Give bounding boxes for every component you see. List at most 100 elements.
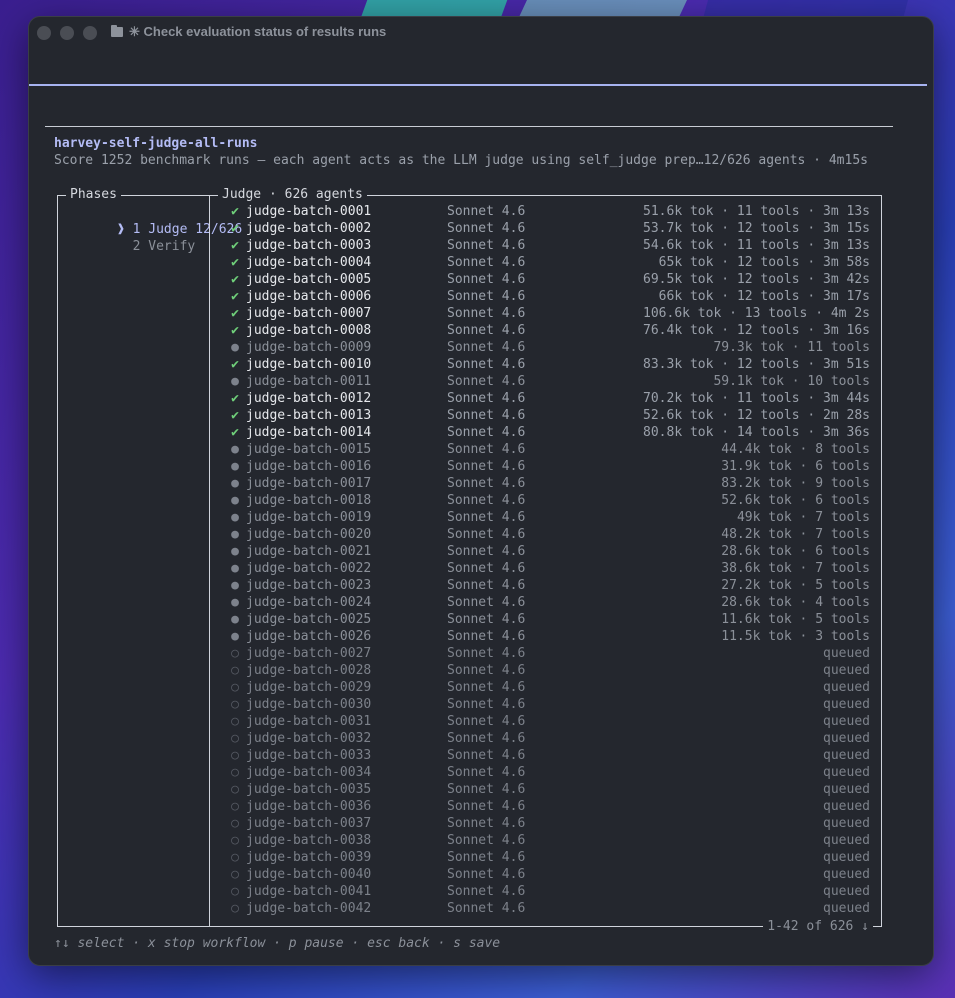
agent-row[interactable]: ● judge-batch-0011 Sonnet 4.6 59.1k tok · 1… [210, 373, 881, 390]
agent-row[interactable]: ○ judge-batch-0040 Sonnet 4.6 queued [210, 866, 881, 883]
agent-row[interactable]: ○ judge-batch-0027 Sonnet 4.6 queued [210, 645, 881, 662]
check-icon: ✔ [231, 306, 239, 321]
agent-model: Sonnet 4.6 [447, 391, 526, 406]
agent-row[interactable]: ○ judge-batch-0036 Sonnet 4.6 queued [210, 798, 881, 815]
agent-row[interactable]: ○ judge-batch-0039 Sonnet 4.6 queued [210, 849, 881, 866]
agent-model: Sonnet 4.6 [447, 765, 526, 780]
agent-row[interactable]: ○ judge-batch-0032 Sonnet 4.6 queued [210, 730, 881, 747]
agent-stats: 28.6k tok · 4 tools [721, 595, 870, 610]
agent-model: Sonnet 4.6 [447, 340, 526, 355]
phase-item-verify[interactable]: 2 Verify [70, 221, 196, 272]
agent-model: Sonnet 4.6 [447, 799, 526, 814]
agent-row[interactable]: ✔ judge-batch-0003 Sonnet 4.6 54.6k tok · 1… [210, 237, 881, 254]
agent-name: judge-batch-0018 [246, 493, 372, 508]
agent-row[interactable]: ○ judge-batch-0028 Sonnet 4.6 queued [210, 662, 881, 679]
queued-circle-icon: ○ [231, 816, 239, 831]
agent-row[interactable]: ○ judge-batch-0037 Sonnet 4.6 queued [210, 815, 881, 832]
agent-row[interactable]: ● judge-batch-0016 Sonnet 4.6 31.9k tok · 6… [210, 458, 881, 475]
agent-row[interactable]: ● judge-batch-0019 Sonnet 4.6 49k tok · 7 t… [210, 509, 881, 526]
agent-model: Sonnet 4.6 [447, 459, 526, 474]
agent-name: judge-batch-0040 [246, 867, 372, 882]
agent-name: judge-batch-0007 [246, 306, 372, 321]
agent-row[interactable]: ✔ judge-batch-0012 Sonnet 4.6 70.2k tok · 1… [210, 390, 881, 407]
agent-stats: 70.2k tok · 11 tools · 3m 44s [643, 391, 870, 406]
agent-row[interactable]: ○ judge-batch-0041 Sonnet 4.6 queued [210, 883, 881, 900]
queued-circle-icon: ○ [231, 714, 239, 729]
agent-row[interactable]: ● judge-batch-0015 Sonnet 4.6 44.4k tok · 8… [210, 441, 881, 458]
agent-row[interactable]: ✔ judge-batch-0014 Sonnet 4.6 80.8k tok · 1… [210, 424, 881, 441]
window-title: ✳ Check evaluation status of results run… [129, 24, 387, 39]
agent-name: judge-batch-0010 [246, 357, 372, 372]
agent-row[interactable]: ✔ judge-batch-0005 Sonnet 4.6 69.5k tok · 1… [210, 271, 881, 288]
agent-name: judge-batch-0016 [246, 459, 372, 474]
queued-circle-icon: ○ [231, 731, 239, 746]
agent-model: Sonnet 4.6 [447, 306, 526, 321]
agent-row[interactable]: ✔ judge-batch-0002 Sonnet 4.6 53.7k tok · 1… [210, 220, 881, 237]
agent-row[interactable]: ○ judge-batch-0035 Sonnet 4.6 queued [210, 781, 881, 798]
phases-title: Phases [66, 186, 121, 203]
agent-name: judge-batch-0034 [246, 765, 372, 780]
agent-row[interactable]: ● judge-batch-0009 Sonnet 4.6 79.3k tok · 1… [210, 339, 881, 356]
agent-row[interactable]: ○ judge-batch-0030 Sonnet 4.6 queued [210, 696, 881, 713]
agent-stats: 52.6k tok · 6 tools [721, 493, 870, 508]
agent-row[interactable]: ● judge-batch-0018 Sonnet 4.6 52.6k tok · 6… [210, 492, 881, 509]
judge-panel-title: Judge · 626 agents [218, 186, 367, 203]
agent-stats: 53.7k tok · 12 tools · 3m 15s [643, 221, 870, 236]
workflow-description: Score 1252 benchmark runs — each agent a… [54, 153, 868, 168]
queued-circle-icon: ○ [231, 680, 239, 695]
running-dot-icon: ● [231, 612, 239, 627]
agent-stats: 44.4k tok · 8 tools [721, 442, 870, 457]
agent-row[interactable]: ○ judge-batch-0038 Sonnet 4.6 queued [210, 832, 881, 849]
running-dot-icon: ● [231, 595, 239, 610]
agent-row[interactable]: ● judge-batch-0024 Sonnet 4.6 28.6k tok · 4… [210, 594, 881, 611]
agent-row[interactable]: ✔ judge-batch-0001 Sonnet 4.6 51.6k tok · 1… [210, 203, 881, 220]
running-dot-icon: ● [231, 510, 239, 525]
agent-name: judge-batch-0027 [246, 646, 372, 661]
agent-stats: 83.3k tok · 12 tools · 3m 51s [643, 357, 870, 372]
running-dot-icon: ● [231, 493, 239, 508]
agent-row[interactable]: ● judge-batch-0022 Sonnet 4.6 38.6k tok · 7… [210, 560, 881, 577]
agent-row[interactable]: ● judge-batch-0025 Sonnet 4.6 11.6k tok · 5… [210, 611, 881, 628]
agent-model: Sonnet 4.6 [447, 374, 526, 389]
zoom-window-button[interactable] [83, 26, 97, 40]
running-dot-icon: ● [231, 442, 239, 457]
agent-stats: queued [823, 782, 870, 797]
agent-name: judge-batch-0001 [246, 204, 372, 219]
agent-row[interactable]: ○ judge-batch-0034 Sonnet 4.6 queued [210, 764, 881, 781]
agent-model: Sonnet 4.6 [447, 357, 526, 372]
queued-circle-icon: ○ [231, 697, 239, 712]
section-divider [45, 126, 893, 127]
queued-circle-icon: ○ [231, 901, 239, 916]
running-dot-icon: ● [231, 561, 239, 576]
agent-row[interactable]: ✔ judge-batch-0007 Sonnet 4.6 106.6k tok · … [210, 305, 881, 322]
close-window-button[interactable] [37, 26, 51, 40]
agent-row[interactable]: ○ judge-batch-0031 Sonnet 4.6 queued [210, 713, 881, 730]
agent-row[interactable]: ● judge-batch-0020 Sonnet 4.6 48.2k tok · 7… [210, 526, 881, 543]
agent-name: judge-batch-0003 [246, 238, 372, 253]
queued-circle-icon: ○ [231, 884, 239, 899]
agent-model: Sonnet 4.6 [447, 697, 526, 712]
queued-circle-icon: ○ [231, 646, 239, 661]
agent-row[interactable]: ✔ judge-batch-0006 Sonnet 4.6 66k tok · 12 … [210, 288, 881, 305]
agent-row[interactable]: ● judge-batch-0017 Sonnet 4.6 83.2k tok · 9… [210, 475, 881, 492]
agent-stats: 48.2k tok · 7 tools [721, 527, 870, 542]
minimize-window-button[interactable] [60, 26, 74, 40]
agent-row[interactable]: ✔ judge-batch-0004 Sonnet 4.6 65k tok · 12 … [210, 254, 881, 271]
agent-row[interactable]: ✔ judge-batch-0010 Sonnet 4.6 83.3k tok · 1… [210, 356, 881, 373]
agent-row[interactable]: ○ judge-batch-0033 Sonnet 4.6 queued [210, 747, 881, 764]
agent-row[interactable]: ● judge-batch-0026 Sonnet 4.6 11.5k tok · 3… [210, 628, 881, 645]
queued-circle-icon: ○ [231, 799, 239, 814]
agent-row[interactable]: ● judge-batch-0021 Sonnet 4.6 28.6k tok · 6… [210, 543, 881, 560]
agent-stats: 59.1k tok · 10 tools [713, 374, 870, 389]
agent-row[interactable]: ○ judge-batch-0042 Sonnet 4.6 queued [210, 900, 881, 917]
queued-circle-icon: ○ [231, 663, 239, 678]
running-dot-icon: ● [231, 544, 239, 559]
agent-row[interactable]: ● judge-batch-0023 Sonnet 4.6 27.2k tok · 5… [210, 577, 881, 594]
queued-circle-icon: ○ [231, 867, 239, 882]
agent-row[interactable]: ○ judge-batch-0029 Sonnet 4.6 queued [210, 679, 881, 696]
agent-row[interactable]: ✔ judge-batch-0013 Sonnet 4.6 52.6k tok · 1… [210, 407, 881, 424]
agent-stats: 79.3k tok · 11 tools [713, 340, 870, 355]
agent-name: judge-batch-0032 [246, 731, 372, 746]
title-bar[interactable]: ✳ Check evaluation status of results run… [29, 17, 933, 49]
agent-row[interactable]: ✔ judge-batch-0008 Sonnet 4.6 76.4k tok · 1… [210, 322, 881, 339]
